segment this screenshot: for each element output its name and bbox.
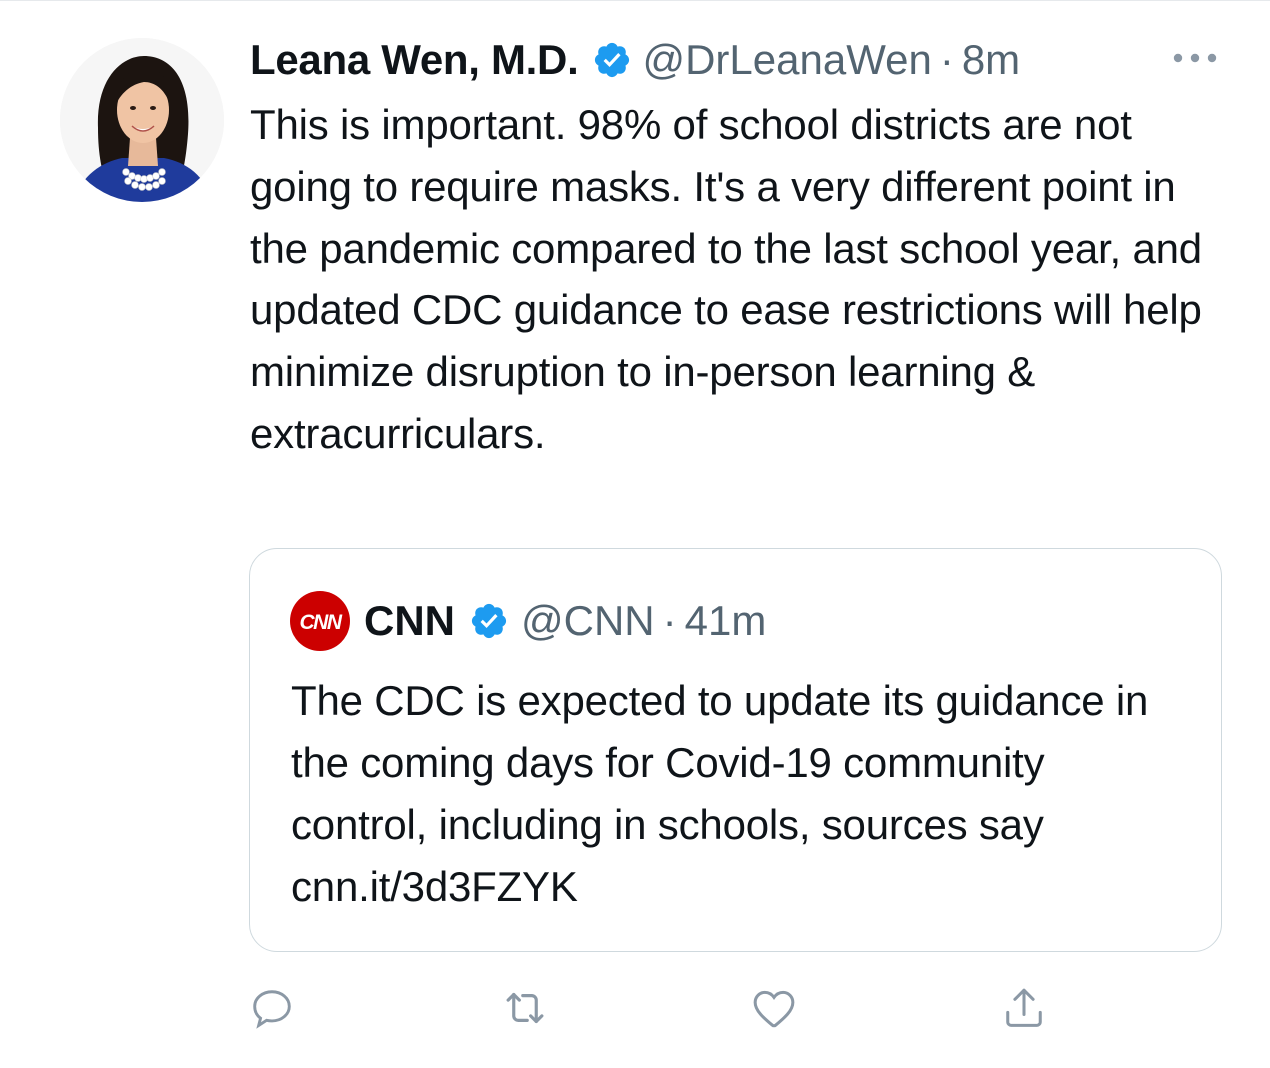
author-avatar[interactable] xyxy=(60,38,224,202)
tweet-time[interactable]: 8m xyxy=(962,36,1020,84)
more-options-icon[interactable] xyxy=(1170,50,1220,66)
tweet-text: This is important. 98% of school distric… xyxy=(250,101,1202,457)
author-handle[interactable]: @DrLeanaWen xyxy=(642,36,931,84)
separator-dot: · xyxy=(939,36,954,83)
quoted-tweet-card[interactable]: CNN CNN @CNN · 41m The CDC is expected t… xyxy=(249,548,1222,952)
reply-icon[interactable] xyxy=(244,980,300,1036)
quoted-author-name[interactable]: CNN xyxy=(364,597,455,645)
top-divider xyxy=(0,0,1270,1)
tweet-action-bar xyxy=(0,980,1270,1036)
share-icon[interactable] xyxy=(996,980,1052,1036)
quoted-tweet-header: CNN CNN @CNN · 41m xyxy=(290,591,767,651)
like-icon[interactable] xyxy=(746,980,802,1036)
cnn-logo-icon[interactable]: CNN xyxy=(290,591,350,651)
author-name[interactable]: Leana Wen, M.D. xyxy=(250,36,579,84)
separator-dot: · xyxy=(662,597,677,644)
svg-text:CNN: CNN xyxy=(300,611,343,634)
quoted-tweet-text: The CDC is expected to update its guidan… xyxy=(291,677,1149,910)
quoted-author-handle[interactable]: @CNN xyxy=(521,597,655,645)
retweet-icon[interactable] xyxy=(497,980,553,1036)
tweet-header: Leana Wen, M.D. @DrLeanaWen · 8m xyxy=(250,32,1020,88)
quoted-tweet-time[interactable]: 41m xyxy=(685,597,767,645)
verified-badge-icon xyxy=(469,601,509,641)
verified-badge-icon xyxy=(592,40,632,80)
